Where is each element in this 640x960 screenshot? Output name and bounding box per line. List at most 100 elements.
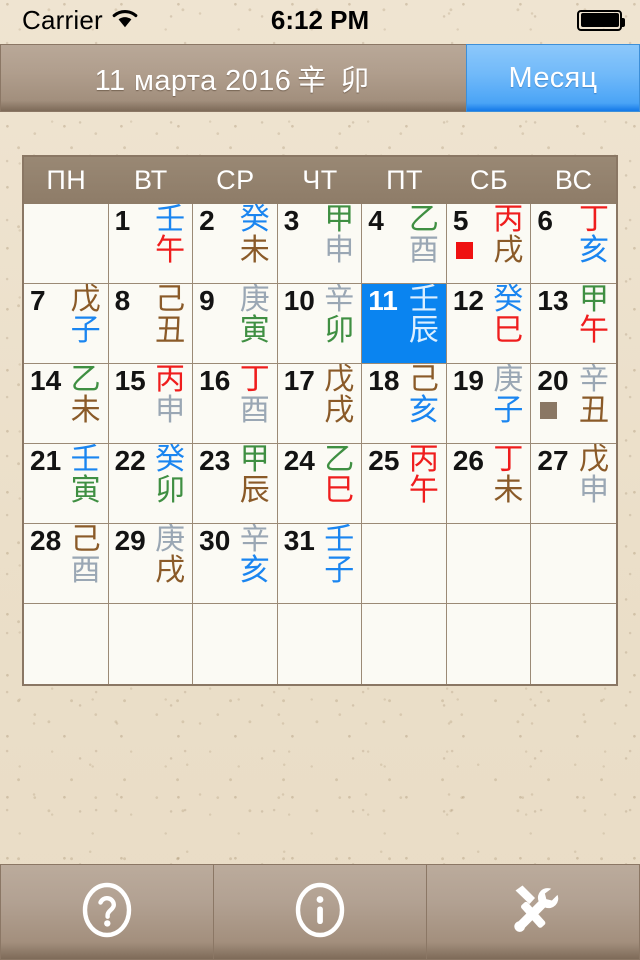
- day-cell-2[interactable]: 2癸未: [193, 204, 278, 284]
- earthly-branch: 酉: [239, 392, 270, 428]
- ganzhi-stack: 辛卯: [324, 284, 355, 348]
- day-number: 1: [114, 205, 131, 236]
- earthly-branch: 戌: [155, 552, 186, 588]
- weekday-header-вт: ВТ: [134, 165, 168, 195]
- day-cell-29[interactable]: 29 庚戌: [108, 524, 194, 604]
- ganzhi-stack: 甲申: [324, 204, 355, 268]
- heavenly-stem: 辛: [239, 524, 270, 557]
- heavenly-stem: 丙: [408, 444, 439, 477]
- earthly-branch: 酉: [408, 232, 439, 268]
- earthly-branch: 丑: [155, 312, 186, 348]
- day-number: 10: [283, 285, 315, 316]
- heavenly-stem: 庚: [493, 364, 524, 397]
- calendar-weeks: 1 壬午 2 癸未 3 甲申 4 乙酉 5 丙戌 6 丁亥 7 戊子 8 己丑 9 庚寅 10 辛卯 11 壬辰 12 癸巳 1…: [24, 204, 616, 684]
- heavenly-stem: 癸: [155, 444, 186, 477]
- day-cell-1[interactable]: 1壬午: [108, 204, 194, 284]
- day-cell-4[interactable]: 4乙酉: [362, 204, 447, 284]
- tools-button[interactable]: [427, 864, 640, 960]
- ganzhi-stack: 庚寅: [239, 284, 270, 348]
- earthly-branch: 亥: [408, 392, 439, 428]
- ganzhi-stack: 己亥: [408, 364, 439, 428]
- status-bar: Carrier 6:12 PM: [0, 0, 640, 40]
- ganzhi-stack: 丙午: [408, 444, 439, 506]
- day-number: 14: [30, 365, 62, 396]
- day-cell-30[interactable]: 30 辛亥: [193, 524, 278, 604]
- ganzhi-stack: 甲辰: [239, 444, 270, 506]
- heavenly-stem: 辛: [578, 364, 609, 397]
- earthly-branch: 寅: [239, 312, 270, 348]
- question-circle-icon: [79, 880, 135, 945]
- day-cell-12[interactable]: 12 癸巳: [446, 284, 532, 364]
- day-cell-16[interactable]: 16 丁酉: [193, 364, 278, 444]
- day-cell-31[interactable]: 31 壬子: [277, 524, 363, 604]
- day-cell-19[interactable]: 19 庚子: [446, 364, 532, 444]
- day-number: 23: [199, 445, 231, 476]
- day-cell-9[interactable]: 9庚寅: [193, 284, 278, 364]
- calendar-week-row: 21 壬寅 22 癸卯 23 甲辰 24 乙巳 25 丙午 26 丁未 27 戊申: [24, 444, 616, 524]
- day-cell-15[interactable]: 15 丙申: [108, 364, 194, 444]
- day-cell-6[interactable]: 6丁亥: [531, 204, 616, 284]
- weekday-header-row: ПН ВТ СР ЧТ ПТ СБ ВС: [24, 157, 616, 204]
- day-number: 22: [114, 445, 146, 476]
- day-cell-empty: [24, 204, 109, 284]
- date-title-segment[interactable]: 11 марта 2016 辛 卯: [0, 44, 466, 112]
- ganzhi-stack: 丙申: [155, 364, 186, 428]
- earthly-branch: 寅: [70, 472, 101, 508]
- page-title: 11 марта 2016 辛 卯: [95, 57, 373, 99]
- heavenly-stem: 乙: [70, 364, 101, 397]
- day-cell-17[interactable]: 17 戊戌: [277, 364, 363, 444]
- day-cell-26[interactable]: 26 丁未: [446, 444, 532, 524]
- day-cell-27[interactable]: 27 戊申: [531, 444, 616, 524]
- day-number: 30: [199, 525, 231, 556]
- day-cell-20[interactable]: 20 辛丑: [531, 364, 616, 444]
- day-cell-24[interactable]: 24 乙巳: [277, 444, 363, 524]
- day-cell-23[interactable]: 23 甲辰: [193, 444, 278, 524]
- day-cell-13[interactable]: 13 甲午: [531, 284, 616, 364]
- heavenly-stem: 乙: [324, 444, 355, 477]
- day-cell-3[interactable]: 3甲申: [277, 204, 363, 284]
- earthly-branch: 酉: [70, 552, 101, 588]
- ganzhi-stack: 壬辰: [409, 284, 439, 346]
- day-cell-18[interactable]: 18 己亥: [362, 364, 447, 444]
- day-cell-28[interactable]: 28 己酉: [24, 524, 109, 604]
- day-cell-empty: [362, 604, 447, 684]
- day-cell-22[interactable]: 22 癸卯: [108, 444, 194, 524]
- help-button[interactable]: [0, 864, 214, 960]
- ganzhi-stack: 乙巳: [324, 444, 355, 506]
- earthly-branch: 申: [324, 232, 355, 268]
- ganzhi-stack: 己丑: [155, 284, 186, 348]
- day-number: 29: [114, 525, 146, 556]
- day-cell-5[interactable]: 5丙戌: [446, 204, 532, 284]
- heavenly-stem: 甲: [239, 444, 270, 477]
- day-cell-25[interactable]: 25 丙午: [362, 444, 447, 524]
- ganzhi-stack: 庚戌: [155, 524, 186, 588]
- ganzhi-stack: 乙酉: [408, 204, 439, 268]
- earthly-branch: 卯: [324, 312, 355, 348]
- day-number: 11: [368, 285, 398, 316]
- tab-month[interactable]: Месяц: [466, 44, 640, 112]
- calendar-week-row: 1壬午2癸未3甲申4乙酉5丙戌6丁亥: [24, 204, 616, 284]
- day-cell-8[interactable]: 8己丑: [108, 284, 194, 364]
- earthly-branch: 戌: [324, 392, 355, 428]
- day-cell-11[interactable]: 11 壬辰: [362, 284, 447, 364]
- ganzhi-stack: 壬子: [324, 524, 355, 588]
- day-cell-empty: [277, 604, 363, 684]
- heavenly-stem: 丁: [239, 364, 270, 397]
- earthly-branch: 子: [324, 552, 355, 588]
- weekday-header-вс: ВС: [554, 165, 593, 195]
- heavenly-stem: 戊: [324, 364, 355, 397]
- ganzhi-stack: 癸卯: [155, 444, 186, 508]
- heavenly-stem: 丙: [155, 364, 186, 397]
- ganzhi-stack: 癸未: [240, 204, 270, 266]
- day-cell-14[interactable]: 14 乙未: [24, 364, 109, 444]
- earthly-branch: 申: [155, 392, 186, 428]
- heavenly-stem: 己: [155, 284, 186, 317]
- earthly-branch: 卯: [155, 472, 186, 508]
- day-cell-empty: [193, 604, 278, 684]
- day-cell-21[interactable]: 21 壬寅: [24, 444, 109, 524]
- earthly-branch: 午: [155, 232, 186, 268]
- info-button[interactable]: [214, 864, 427, 960]
- status-time: 6:12 PM: [270, 4, 370, 35]
- day-cell-10[interactable]: 10 辛卯: [277, 284, 363, 364]
- day-cell-7[interactable]: 7戊子: [24, 284, 109, 364]
